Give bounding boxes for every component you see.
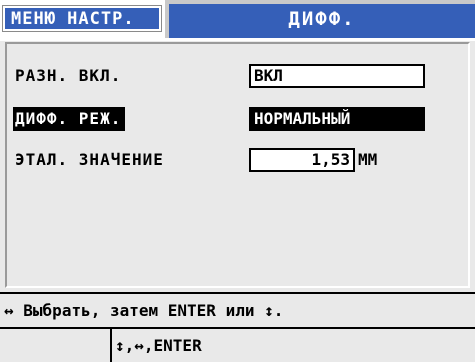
diff-enable-field[interactable]: ВКЛ xyxy=(249,64,425,88)
reference-value-label: ЭТАЛ. ЗНАЧЕНИЕ xyxy=(15,150,164,169)
status-bar: ↕,↔,ENTER xyxy=(0,327,475,362)
status-keys-hint: ↕,↔,ENTER xyxy=(115,336,202,355)
status-cell-empty xyxy=(0,329,112,362)
reference-value-unit: ММ xyxy=(358,150,378,169)
diff-enable-label: РАЗН. ВКЛ. xyxy=(15,66,122,85)
help-end: . xyxy=(273,301,284,320)
diff-mode-label: ДИФФ. РЕЖ. xyxy=(13,107,126,131)
top-bar: МЕНЮ НАСТР. ДИФФ. xyxy=(0,0,475,38)
left-right-arrow-icon: ↔ xyxy=(4,301,14,320)
tab-diff[interactable]: ДИФФ. xyxy=(165,0,475,38)
help-text: Выбрать, затем ENTER или xyxy=(23,301,255,320)
diff-mode-field[interactable]: НОРМАЛЬНЫЙ xyxy=(249,107,425,131)
tab-setup-menu[interactable]: МЕНЮ НАСТР. xyxy=(2,5,162,32)
settings-panel: РАЗН. ВКЛ. ВКЛ ДИФФ. РЕЖ. НОРМАЛЬНЫЙ ЭТА… xyxy=(5,42,470,288)
reference-value-field[interactable]: 1,53 xyxy=(249,148,355,172)
help-bar: ↔ Выбрать, затем ENTER или ↕. xyxy=(0,292,475,326)
up-down-arrow-icon: ↕ xyxy=(264,301,274,320)
top-bar-divider xyxy=(0,38,475,41)
